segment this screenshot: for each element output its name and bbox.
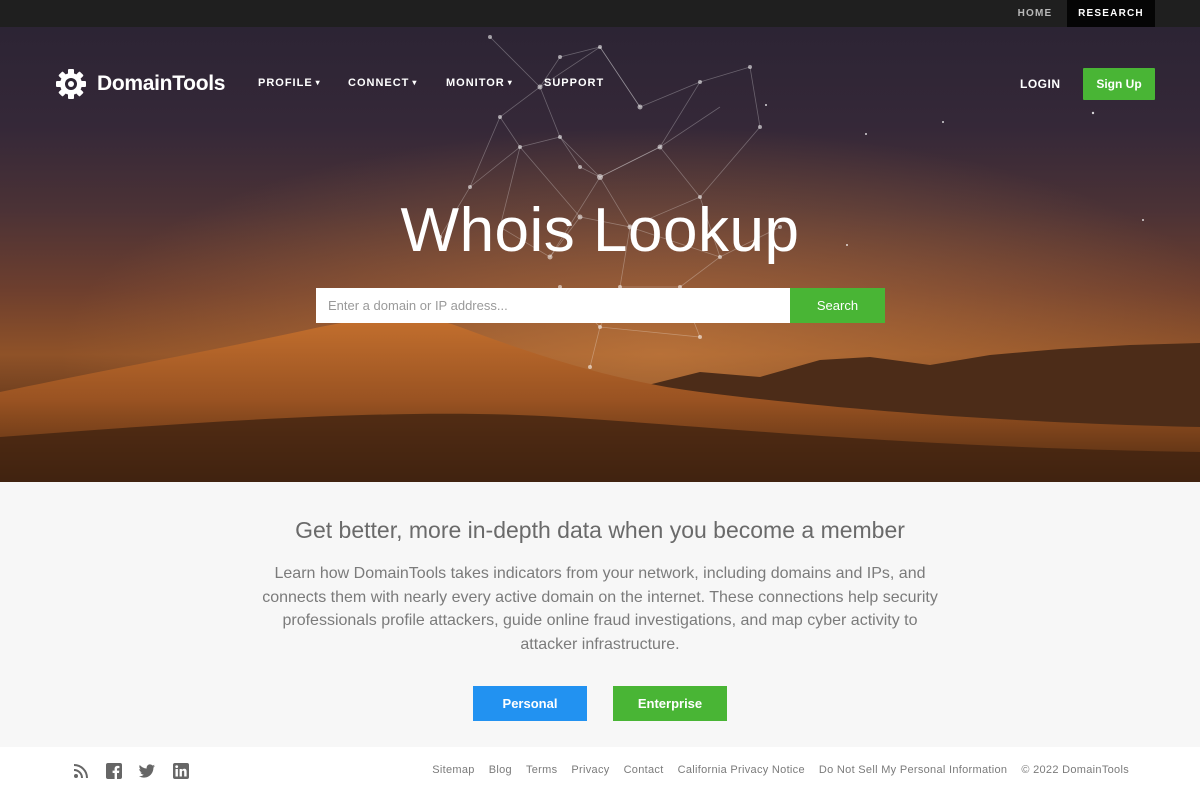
member-heading: Get better, more in-depth data when you … [295,517,905,543]
footer-link-privacy[interactable]: Privacy [571,764,609,776]
footer-link-terms[interactable]: Terms [526,764,557,776]
facebook-icon[interactable] [106,763,122,779]
gear-logo-icon [56,69,86,99]
twitter-icon[interactable] [139,763,155,779]
member-description: Learn how DomainTools takes indicators f… [262,565,938,653]
top-utility-bar: HOME RESEARCH [0,0,1200,27]
footer-copyright: © 2022 DomainTools [1021,764,1129,776]
linkedin-icon[interactable] [173,763,189,779]
top-link-home[interactable]: HOME [1003,0,1067,27]
brand-logo[interactable]: DomainTools [55,68,225,100]
nav-profile-label: PROFILE [258,77,313,89]
nav-connect-label: CONNECT [348,77,410,89]
footer-link-contact[interactable]: Contact [624,764,664,776]
footer-link-do-not-sell[interactable]: Do Not Sell My Personal Information [819,764,1007,776]
member-section: Get better, more in-depth data when you … [0,482,1200,747]
search-button[interactable]: Search [790,288,885,323]
chevron-down-icon: ▾ [507,78,513,87]
footer: Sitemap Blog Terms Privacy Contact Calif… [0,747,1200,794]
nav-connect[interactable]: CONNECT ▾ [348,77,417,89]
footer-link-california-privacy[interactable]: California Privacy Notice [678,764,805,776]
footer-link-sitemap[interactable]: Sitemap [432,764,474,776]
signup-button[interactable]: Sign Up [1083,68,1155,100]
login-link[interactable]: LOGIN [1020,77,1061,91]
personal-button[interactable]: Personal [473,686,587,721]
nav-profile[interactable]: PROFILE ▾ [258,77,321,89]
nav-monitor-label: MONITOR [446,77,505,89]
chevron-down-icon: ▾ [315,78,321,87]
chevron-down-icon: ▾ [412,78,418,87]
rss-icon[interactable] [73,763,89,779]
page-title: Whois Lookup [400,196,800,265]
nav-support[interactable]: SUPPORT [544,77,604,89]
search-input[interactable] [316,288,790,323]
enterprise-button[interactable]: Enterprise [613,686,727,721]
footer-links: Sitemap Blog Terms Privacy Contact Calif… [418,764,1129,776]
nav-support-label: SUPPORT [544,77,605,89]
brand-wordmark: DomainTools [97,72,226,95]
footer-link-blog[interactable]: Blog [489,764,512,776]
hero-banner: DomainTools PROFILE ▾ CONNECT ▾ MONITOR ▾ S… [0,27,1200,482]
nav-monitor[interactable]: MONITOR ▾ [446,77,513,89]
top-link-research[interactable]: RESEARCH [1067,0,1155,27]
